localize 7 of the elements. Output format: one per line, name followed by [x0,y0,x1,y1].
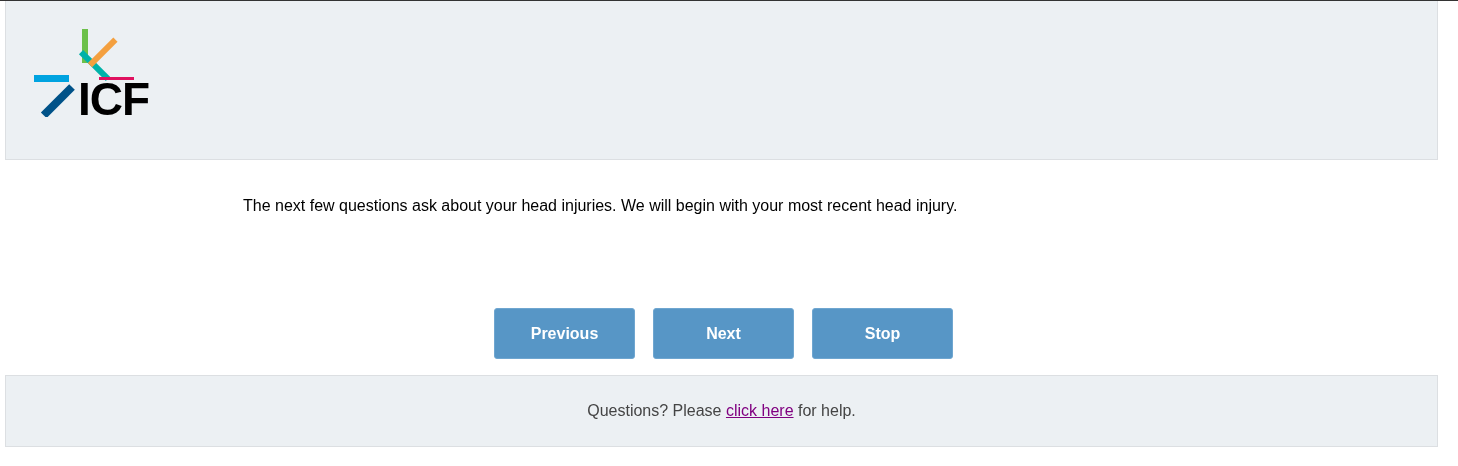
nav-button[interactable]: Previous [494,308,635,359]
nav-button[interactable]: Stop [812,308,953,359]
help-link[interactable]: click here [725,402,794,419]
question-text: The next few questions ask about your head injuries. We will begin with your most recent head injury. [243,196,959,216]
logo-wordmark: ICF [78,80,150,118]
nav-button[interactable]: Next [653,308,794,359]
help-text: Questions? Please click here for help. [587,401,856,421]
